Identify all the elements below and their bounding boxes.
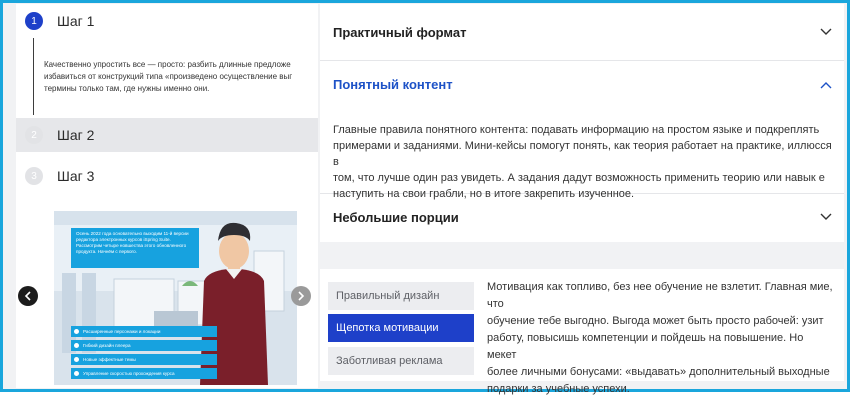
tab-caring-advertising[interactable]: Заботливая реклама <box>328 347 474 375</box>
step-label: Шаг 1 <box>57 13 95 29</box>
accordion-title: Понятный контент <box>333 77 453 92</box>
chevron-left-icon <box>24 291 31 301</box>
content-line: подарки за учебные успехи. <box>487 383 630 395</box>
accordion-item-clear-content[interactable]: Понятный контент <box>320 60 844 110</box>
tabs-block: Правильный дизайн Щепотка мотивации Забо… <box>320 269 844 395</box>
content-line: избавиться от конструкций типа «произвед… <box>44 72 293 81</box>
tab-motivation[interactable]: Щепотка мотивации <box>328 314 474 342</box>
step-3[interactable]: 3 Шаг 3 <box>16 159 318 193</box>
content-line: Главные правила понятного контента: пода… <box>333 124 820 136</box>
step-1-content: Качественно упростить все — просто: разб… <box>44 59 318 95</box>
accordion-item-practical-format[interactable]: Практичный формат <box>320 4 844 60</box>
slide-bullet: Расширенные персонажи и локации <box>71 326 217 337</box>
accordion-title: Практичный формат <box>333 25 467 40</box>
content-line: работу, повысишь компетенции и пойдешь н… <box>487 332 804 361</box>
step-2[interactable]: 2 Шаг 2 <box>16 118 318 152</box>
step-number: 2 <box>25 126 43 144</box>
content-line: обучение тебе выгодно. Выгода может быть… <box>487 315 824 327</box>
prev-slide-button[interactable] <box>18 286 38 306</box>
tab-right-design[interactable]: Правильный дизайн <box>328 282 474 310</box>
content-line: более личными бонусами: «выдавать» допол… <box>487 366 830 378</box>
step-number: 3 <box>25 167 43 185</box>
chevron-down-icon <box>820 213 832 220</box>
accordion: Практичный формат Понятный контент Главн… <box>320 4 844 242</box>
step-label: Шаг 2 <box>57 127 95 143</box>
chevron-up-icon <box>820 82 832 89</box>
chevron-right-icon <box>298 291 305 301</box>
step-1[interactable]: 1 Шаг 1 <box>16 4 318 38</box>
accordion-item-small-portions[interactable]: Небольшие порции <box>320 192 844 242</box>
slide-image: Осень 2022 года основательно выходим 11-… <box>54 211 297 385</box>
steps-panel: 1 Шаг 1 Качественно упростить все — прос… <box>16 4 318 388</box>
step-connector <box>33 38 34 115</box>
content-line: том, что лучше один раз увидеть. А задан… <box>333 172 825 184</box>
step-number: 1 <box>25 12 43 30</box>
tab-content: Мотивация как топливо, без нее обучение … <box>487 279 834 398</box>
next-slide-button[interactable] <box>291 286 311 306</box>
accordion-title: Небольшие порции <box>333 210 459 225</box>
content-line: Мотивация как топливо, без нее обучение … <box>487 281 833 310</box>
slide-bullet: Новые эффектные темы <box>71 354 217 365</box>
content-line: примерами и заданиями. Мини-кейсы помогу… <box>333 140 832 168</box>
step-label: Шаг 3 <box>57 168 95 184</box>
content-line: Качественно упростить все — просто: разб… <box>44 60 291 69</box>
slide-bullet-list: Расширенные персонажи и локации Гибкий д… <box>71 326 217 382</box>
chevron-down-icon <box>820 28 832 35</box>
slide-bullet: Гибкий дизайн плеера <box>71 340 217 351</box>
content-line: термины только там, где нужны именно они… <box>44 84 210 93</box>
slide-callout: Осень 2022 года основательно выходим 11-… <box>71 228 199 268</box>
accordion-open-content: Главные правила понятного контента: пода… <box>333 122 833 202</box>
slide-bullet: Управление скоростью прохождения курса <box>71 368 217 379</box>
